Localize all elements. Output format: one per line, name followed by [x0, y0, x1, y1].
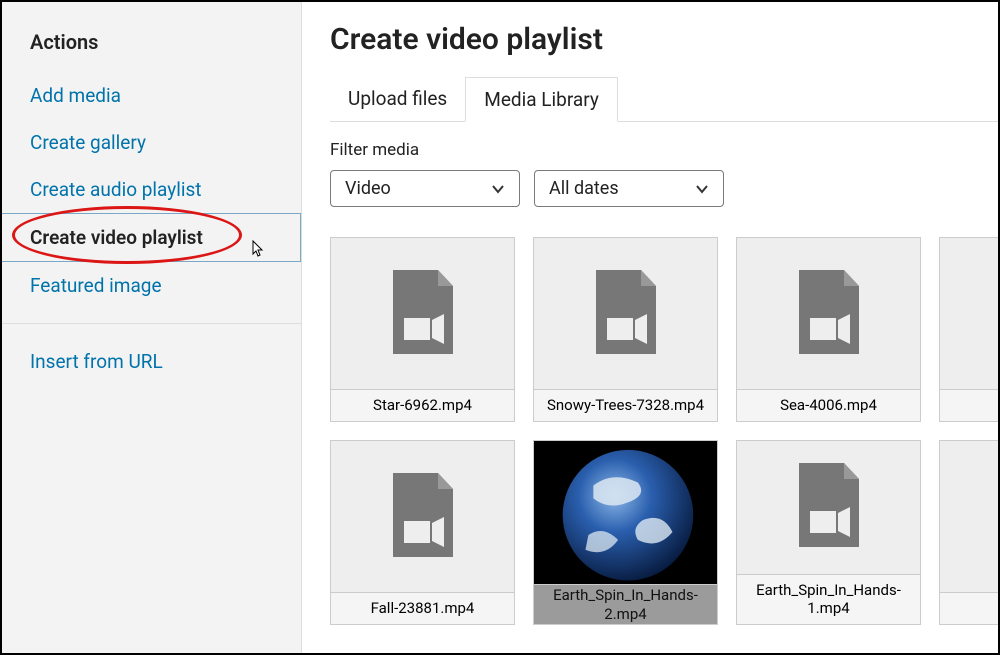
tab-label: Media Library	[484, 88, 599, 111]
thumbnail	[737, 441, 920, 574]
media-caption: Earth_Spin_In_Hands-2.mp4	[534, 584, 717, 624]
media-item[interactable]: Ro	[939, 237, 998, 422]
video-file-icon	[388, 473, 458, 561]
media-grid: Star-6962.mp4 Snowy-Trees-7328.mp4 Sea-4…	[330, 237, 998, 625]
video-file-icon	[591, 270, 661, 358]
sidebar-item-insert-from-url[interactable]: Insert from URL	[2, 338, 301, 385]
thumbnail	[737, 238, 920, 389]
video-file-icon	[388, 270, 458, 358]
tab-label: Upload files	[348, 87, 447, 110]
media-caption: Earth_Spin_In_Hands-1.mp4	[737, 574, 920, 625]
sidebar-item-label: Featured image	[30, 274, 162, 297]
sidebar-title: Actions	[2, 30, 301, 72]
cursor-icon	[249, 240, 265, 260]
sidebar-item-label: Create video playlist	[30, 226, 203, 249]
media-item[interactable]: Star-6962.mp4	[330, 237, 515, 422]
thumbnail	[331, 441, 514, 592]
divider	[2, 323, 301, 324]
video-file-icon	[794, 463, 864, 551]
date-select[interactable]: All dates	[534, 170, 724, 207]
thumbnail	[940, 441, 998, 592]
media-caption: Fall-23881.mp4	[331, 592, 514, 624]
sidebar-item-create-video-playlist[interactable]: Create video playlist	[2, 213, 301, 262]
media-item[interactable]: Ea	[939, 440, 998, 625]
chevron-down-icon	[695, 182, 709, 196]
filter-label: Filter media	[330, 140, 998, 160]
video-file-icon	[997, 473, 999, 561]
media-item[interactable]: Fall-23881.mp4	[330, 440, 515, 625]
video-file-icon	[794, 270, 864, 358]
tab-media-library[interactable]: Media Library	[465, 77, 618, 122]
earth-thumbnail	[534, 441, 717, 584]
sidebar-item-add-media[interactable]: Add media	[2, 72, 301, 119]
media-item[interactable]: Sea-4006.mp4	[736, 237, 921, 422]
thumbnail	[940, 238, 998, 389]
video-file-icon	[997, 270, 999, 358]
sidebar: Actions Add media Create gallery Create …	[2, 2, 302, 653]
sidebar-item-create-audio-playlist[interactable]: Create audio playlist	[2, 166, 301, 213]
media-caption: Sea-4006.mp4	[737, 389, 920, 421]
media-item[interactable]: Snowy-Trees-7328.mp4	[533, 237, 718, 422]
filter-controls: Video All dates	[330, 170, 998, 207]
sidebar-item-create-gallery[interactable]: Create gallery	[2, 119, 301, 166]
tabs: Upload files Media Library	[330, 77, 998, 122]
thumbnail	[534, 238, 717, 389]
sidebar-item-featured-image[interactable]: Featured image	[2, 262, 301, 309]
media-item[interactable]: Earth_Spin_In_Hands-1.mp4	[736, 440, 921, 625]
sidebar-item-label: Create audio playlist	[30, 178, 201, 201]
sidebar-item-label: Create gallery	[30, 131, 146, 154]
sidebar-item-label: Add media	[30, 84, 121, 107]
media-caption: Star-6962.mp4	[331, 389, 514, 421]
thumbnail	[534, 441, 717, 584]
select-value: All dates	[549, 178, 619, 199]
main-panel: Create video playlist Upload files Media…	[302, 2, 998, 653]
media-item[interactable]: Earth_Spin_In_Hands-2.mp4	[533, 440, 718, 625]
tab-upload-files[interactable]: Upload files	[330, 77, 465, 121]
media-caption: Ro	[940, 389, 998, 421]
media-caption: Snowy-Trees-7328.mp4	[534, 389, 717, 421]
media-caption: Ea	[940, 592, 998, 624]
select-value: Video	[345, 178, 391, 199]
sidebar-item-label: Insert from URL	[30, 350, 163, 373]
chevron-down-icon	[491, 182, 505, 196]
thumbnail	[331, 238, 514, 389]
media-type-select[interactable]: Video	[330, 170, 520, 207]
page-title: Create video playlist	[330, 22, 998, 57]
